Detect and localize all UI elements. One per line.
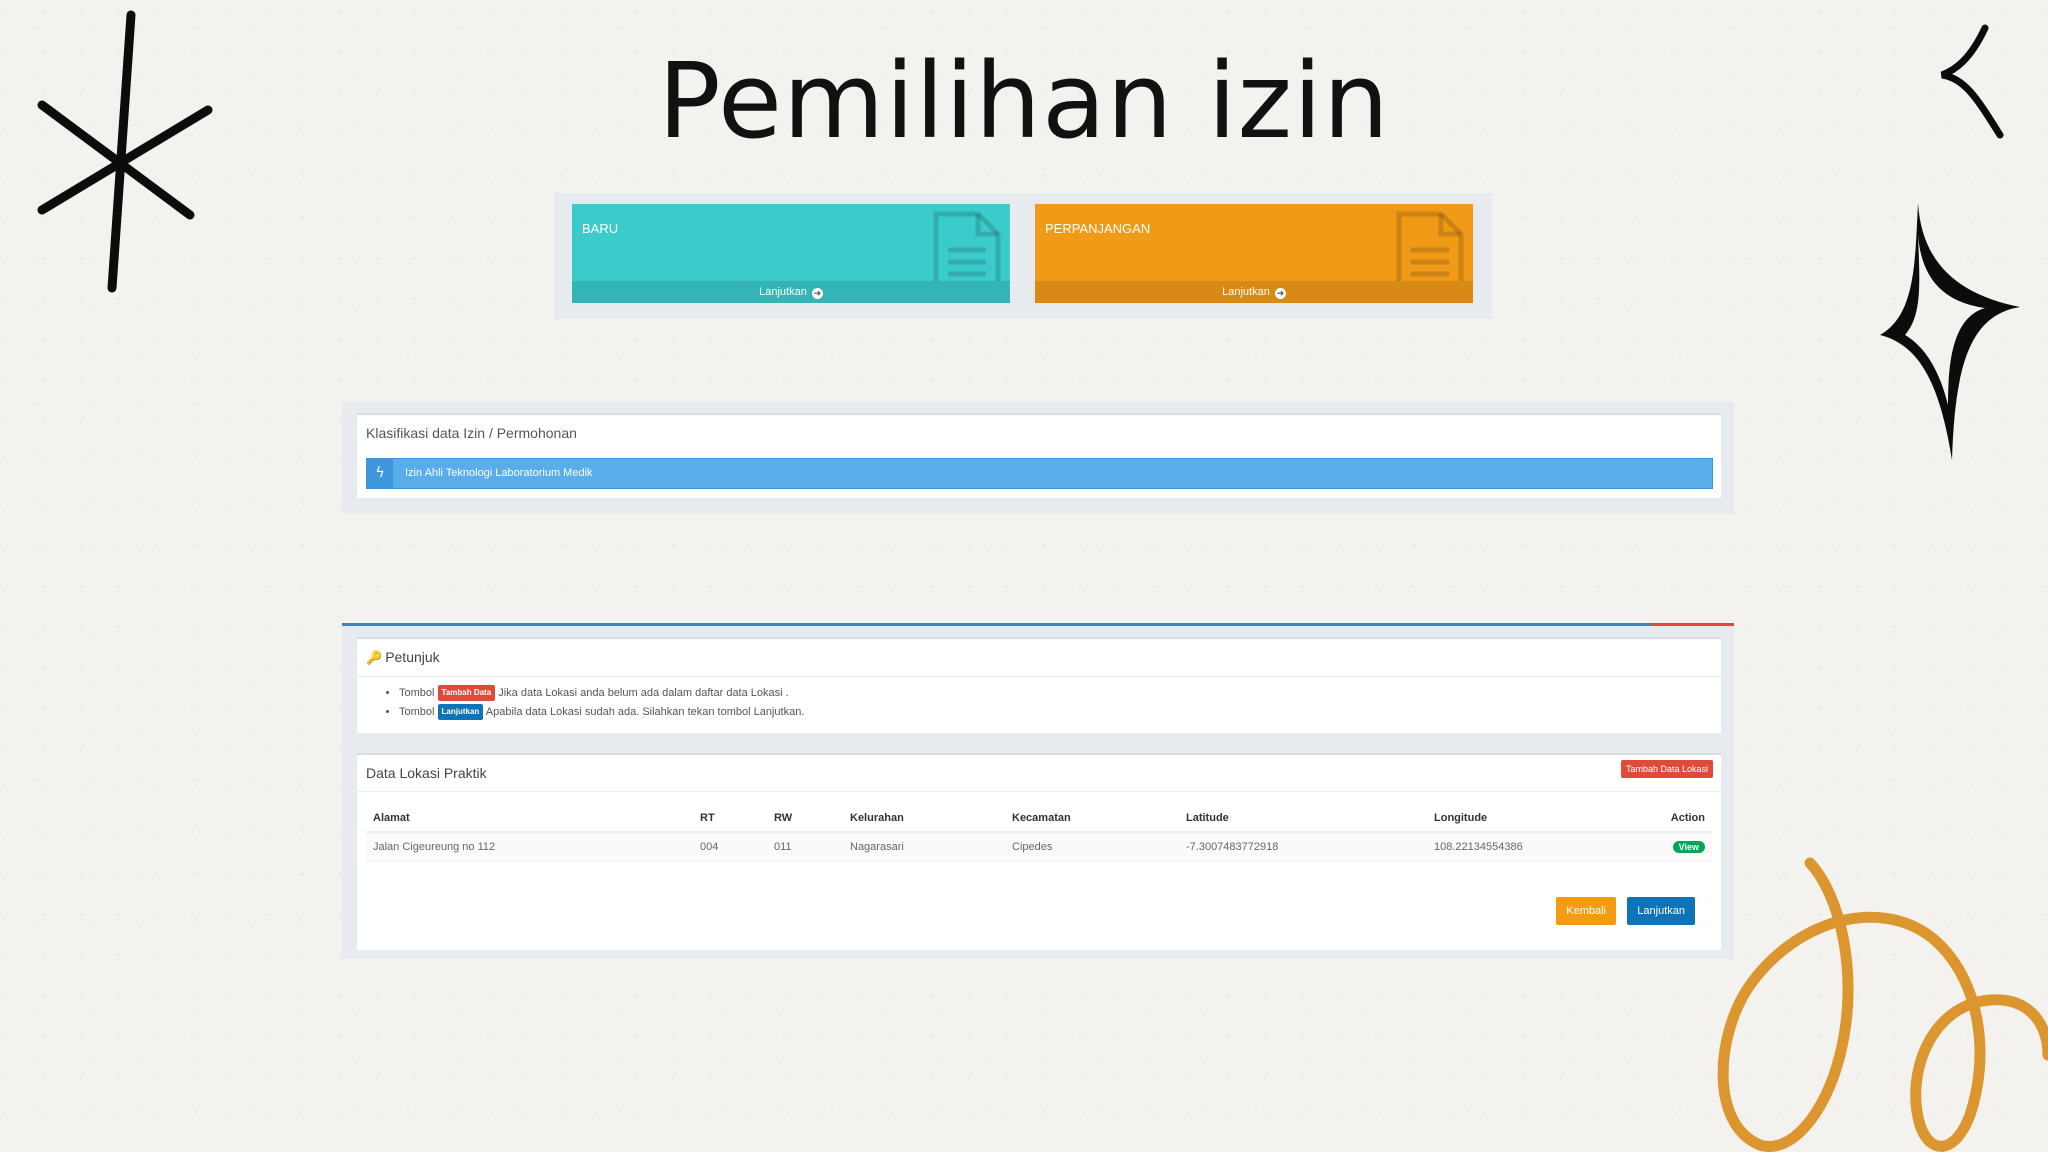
cell-latitude: -7.3007483772918 bbox=[1179, 832, 1427, 862]
arrow-circle-right-icon: ➜ bbox=[811, 288, 823, 299]
lokasi-section: 🔑Petunjuk Tombol Tambah Data Jika data L… bbox=[342, 623, 1734, 959]
klasifikasi-title: Klasifikasi data Izin / Permohonan bbox=[366, 425, 577, 441]
kembali-button[interactable]: Kembali bbox=[1556, 897, 1616, 925]
cell-longitude: 108.22134554386 bbox=[1427, 832, 1617, 862]
card-baru[interactable]: BARU Lanjutkan ➜ bbox=[572, 204, 1010, 303]
permit-type-cards: BARU Lanjutkan ➜ PERPANJANGAN Lanjutkan … bbox=[554, 193, 1492, 319]
divider bbox=[357, 791, 1721, 792]
table-row: Jalan Cigeureung no 112 004 011 Nagarasa… bbox=[366, 832, 1712, 862]
klasifikasi-item[interactable]: ϟ Izin Ahli Teknologi Laboratorium Medik bbox=[366, 458, 1713, 489]
klasifikasi-item-label: Izin Ahli Teknologi Laboratorium Medik bbox=[405, 467, 593, 479]
lanjutkan-button[interactable]: Lanjutkan bbox=[1627, 897, 1695, 925]
cell-kelurahan: Nagarasari bbox=[843, 832, 1005, 862]
card-perpanjangan-label: PERPANJANGAN bbox=[1045, 221, 1151, 236]
card-perpanjangan[interactable]: PERPANJANGAN Lanjutkan ➜ bbox=[1035, 204, 1473, 303]
data-lokasi-title: Data Lokasi Praktik bbox=[366, 765, 487, 781]
arrow-circle-right-icon: ➜ bbox=[1274, 288, 1286, 299]
cell-alamat: Jalan Cigeureung no 112 bbox=[366, 832, 693, 862]
key-icon: 🔑 bbox=[366, 650, 383, 665]
lanjutkan-badge: Lanjutkan bbox=[437, 704, 484, 720]
klasifikasi-section: Klasifikasi data Izin / Permohonan ϟ Izi… bbox=[342, 402, 1734, 514]
card-baru-footer-label: Lanjutkan bbox=[759, 286, 807, 298]
cell-action: View bbox=[1617, 832, 1712, 862]
column-header: Longitude bbox=[1427, 805, 1617, 833]
petunjuk-text: Jika data Lokasi anda belum ada dalam da… bbox=[498, 687, 789, 699]
column-header: RW bbox=[767, 805, 843, 833]
petunjuk-header: 🔑 Petunjuk bbox=[366, 649, 440, 666]
card-perpanjangan-lanjutkan-link[interactable]: Lanjutkan ➜ bbox=[1035, 281, 1473, 303]
card-baru-lanjutkan-link[interactable]: Lanjutkan ➜ bbox=[572, 281, 1010, 303]
divider bbox=[357, 676, 1721, 677]
petunjuk-prefix: Tombol bbox=[399, 687, 435, 699]
column-header: Kecamatan bbox=[1005, 805, 1179, 833]
tambah-data-lokasi-button[interactable]: Tambah Data Lokasi bbox=[1620, 760, 1713, 778]
column-header: Action bbox=[1617, 805, 1712, 833]
bolt-icon: ϟ bbox=[367, 459, 393, 488]
sparkle-star-icon bbox=[1880, 203, 2020, 460]
column-header: Alamat bbox=[366, 805, 693, 833]
card-baru-label: BARU bbox=[582, 221, 619, 236]
klasifikasi-box: Klasifikasi data Izin / Permohonan ϟ Izi… bbox=[357, 413, 1721, 498]
tambah-data-badge: Tambah Data bbox=[437, 685, 496, 701]
lokasi-table: Alamat RT RW Kelurahan Kecamatan Latitud… bbox=[366, 805, 1712, 862]
petunjuk-item: Tombol Lanjutkan Apabila data Lokasi sud… bbox=[399, 704, 804, 720]
cell-kecamatan: Cipedes bbox=[1005, 832, 1179, 862]
petunjuk-text: Apabila data Lokasi sudah ada. Silahkan … bbox=[485, 706, 805, 718]
petunjuk-title: Petunjuk bbox=[385, 649, 440, 665]
data-lokasi-box: Data Lokasi Praktik Tambah Data Lokasi A… bbox=[357, 753, 1721, 950]
petunjuk-list: Tombol Tambah Data Jika data Lokasi anda… bbox=[387, 685, 804, 723]
view-button[interactable]: View bbox=[1672, 841, 1705, 853]
cell-rw: 011 bbox=[767, 832, 843, 862]
petunjuk-item: Tombol Tambah Data Jika data Lokasi anda… bbox=[399, 685, 804, 701]
card-perpanjangan-footer-label: Lanjutkan bbox=[1222, 286, 1270, 298]
table-header-row: Alamat RT RW Kelurahan Kecamatan Latitud… bbox=[366, 805, 1712, 833]
slide-title: Pemilihan izin bbox=[658, 40, 1390, 162]
petunjuk-prefix: Tombol bbox=[399, 706, 435, 718]
document-icon bbox=[933, 211, 1001, 289]
petunjuk-box: 🔑Petunjuk Tombol Tambah Data Jika data L… bbox=[357, 637, 1721, 733]
column-header: Kelurahan bbox=[843, 805, 1005, 833]
column-header: Latitude bbox=[1179, 805, 1427, 833]
section-top-border bbox=[342, 623, 1734, 626]
orange-loop-doodle-icon bbox=[1717, 857, 2048, 1152]
document-icon bbox=[1396, 211, 1464, 289]
column-header: RT bbox=[693, 805, 767, 833]
cell-rt: 004 bbox=[693, 832, 767, 862]
